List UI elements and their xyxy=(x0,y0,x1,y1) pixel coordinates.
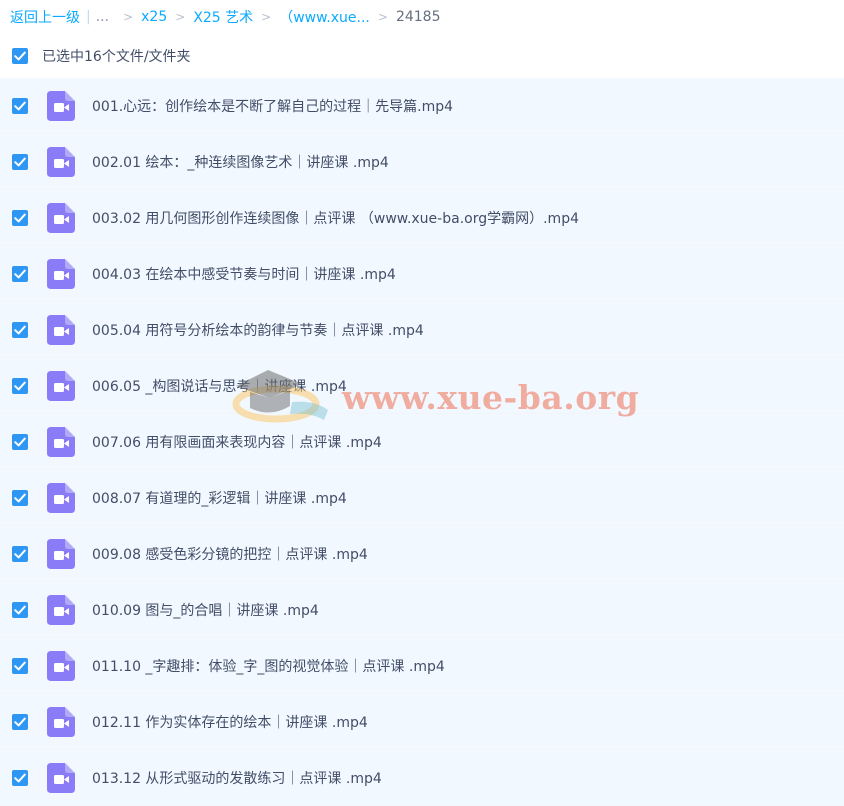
select-all-checkbox[interactable] xyxy=(12,48,28,64)
chevron-right-icon: > xyxy=(123,10,134,24)
file-checkbox[interactable] xyxy=(12,433,28,450)
file-row[interactable]: 004.03 在绘本中感受节奏与时间｜讲座课 .mp4 xyxy=(0,246,844,302)
file-name: 004.03 在绘本中感受节奏与时间｜讲座课 .mp4 xyxy=(92,266,396,283)
check-icon xyxy=(14,381,26,390)
video-file-icon xyxy=(47,370,75,401)
check-icon xyxy=(14,773,26,782)
check-icon xyxy=(14,437,26,446)
check-icon xyxy=(14,157,26,166)
video-file-icon xyxy=(47,202,75,233)
file-checkbox[interactable] xyxy=(12,545,28,562)
selection-count: 已选中16个文件/文件夹 xyxy=(42,49,191,65)
file-row[interactable]: 002.01 绘本：_种连续图像艺术｜讲座课 .mp4 xyxy=(0,134,844,190)
file-row[interactable]: 009.08 感受色彩分镜的把控｜点评课 .mp4 xyxy=(0,526,844,582)
file-name: 011.10 _字趣排：体验_字_图的视觉体验｜点评课 .mp4 xyxy=(92,658,445,675)
check-icon xyxy=(14,213,26,222)
breadcrumb-item-xueba[interactable]: （www.xue... xyxy=(279,7,370,27)
file-name: 013.12 从形式驱动的发散练习｜点评课 .mp4 xyxy=(92,770,382,787)
video-file-icon xyxy=(47,426,75,457)
file-checkbox[interactable] xyxy=(12,601,28,618)
video-file-icon xyxy=(47,706,75,737)
back-link[interactable]: 返回上一级 xyxy=(10,7,80,27)
file-row[interactable]: 003.02 用几何图形创作连续图像｜点评课 （www.xue-ba.org学霸… xyxy=(0,190,844,246)
file-checkbox[interactable] xyxy=(12,489,28,506)
chevron-right-icon: > xyxy=(261,10,272,24)
file-checkbox[interactable] xyxy=(12,769,28,786)
breadcrumb-item-x25[interactable]: x25 xyxy=(141,9,167,25)
file-name: 006.05 _构图说话与思考｜讲座课 .mp4 xyxy=(92,378,347,395)
video-file-icon xyxy=(47,594,75,625)
file-checkbox[interactable] xyxy=(12,713,28,730)
breadcrumb-ellipsis[interactable]: ... xyxy=(96,9,109,25)
file-checkbox[interactable] xyxy=(12,209,28,226)
check-icon xyxy=(14,269,26,278)
file-row[interactable]: 006.05 _构图说话与思考｜讲座课 .mp4 xyxy=(0,358,844,414)
check-icon xyxy=(14,493,26,502)
file-row[interactable]: 001.心远：创作绘本是不断了解自己的过程｜先导篇.mp4 xyxy=(0,78,844,134)
file-name: 003.02 用几何图形创作连续图像｜点评课 （www.xue-ba.org学霸… xyxy=(92,210,579,227)
file-name: 010.09 图与_的合唱｜讲座课 .mp4 xyxy=(92,602,319,619)
file-row[interactable]: 005.04 用符号分析绘本的韵律与节奏｜点评课 .mp4 xyxy=(0,302,844,358)
video-file-icon xyxy=(47,762,75,793)
file-checkbox[interactable] xyxy=(12,321,28,338)
file-checkbox[interactable] xyxy=(12,657,28,674)
file-checkbox[interactable] xyxy=(12,377,28,394)
file-row[interactable]: 008.07 有道理的_彩逻辑｜讲座课 .mp4 xyxy=(0,470,844,526)
check-icon xyxy=(14,549,26,558)
video-file-icon xyxy=(47,146,75,177)
breadcrumb: 返回上一级 | ... > x25 > X25 艺术 > （www.xue...… xyxy=(0,0,844,34)
file-name: 012.11 作为实体存在的绘本｜讲座课 .mp4 xyxy=(92,714,368,731)
breadcrumb-current: 24185 xyxy=(395,9,441,25)
file-checkbox[interactable] xyxy=(12,97,28,114)
check-icon xyxy=(14,717,26,726)
video-file-icon xyxy=(47,90,75,121)
check-icon xyxy=(14,101,26,110)
file-row[interactable]: 013.12 从形式驱动的发散练习｜点评课 .mp4 xyxy=(0,750,844,806)
file-row[interactable]: 011.10 _字趣排：体验_字_图的视觉体验｜点评课 .mp4 xyxy=(0,638,844,694)
file-name: 007.06 用有限画面来表现内容｜点评课 .mp4 xyxy=(92,434,382,451)
chevron-right-icon: > xyxy=(377,10,388,24)
check-icon xyxy=(14,661,26,670)
check-icon xyxy=(14,605,26,614)
file-checkbox[interactable] xyxy=(12,153,28,170)
file-name: 001.心远：创作绘本是不断了解自己的过程｜先导篇.mp4 xyxy=(92,98,454,115)
file-list: 001.心远：创作绘本是不断了解自己的过程｜先导篇.mp4 002.01 绘本：_… xyxy=(0,78,844,806)
video-file-icon xyxy=(47,650,75,681)
video-file-icon xyxy=(47,482,75,513)
breadcrumb-item-x25-art[interactable]: X25 艺术 xyxy=(193,7,253,27)
video-file-icon xyxy=(47,314,75,345)
video-file-icon xyxy=(47,258,75,289)
file-name: 002.01 绘本：_种连续图像艺术｜讲座课 .mp4 xyxy=(92,154,389,171)
file-name: 005.04 用符号分析绘本的韵律与节奏｜点评课 .mp4 xyxy=(92,322,424,339)
breadcrumb-divider: | xyxy=(86,9,91,25)
file-name: 009.08 感受色彩分镜的把控｜点评课 .mp4 xyxy=(92,546,368,563)
chevron-right-icon: > xyxy=(175,10,186,24)
file-row[interactable]: 012.11 作为实体存在的绘本｜讲座课 .mp4 xyxy=(0,694,844,750)
check-icon xyxy=(14,325,26,334)
video-file-icon xyxy=(47,538,75,569)
file-row[interactable]: 010.09 图与_的合唱｜讲座课 .mp4 xyxy=(0,582,844,638)
check-icon xyxy=(14,51,26,61)
file-name: 008.07 有道理的_彩逻辑｜讲座课 .mp4 xyxy=(92,490,347,507)
file-row[interactable]: 007.06 用有限画面来表现内容｜点评课 .mp4 xyxy=(0,414,844,470)
selection-bar: 已选中16个文件/文件夹 xyxy=(0,34,844,78)
file-checkbox[interactable] xyxy=(12,265,28,282)
